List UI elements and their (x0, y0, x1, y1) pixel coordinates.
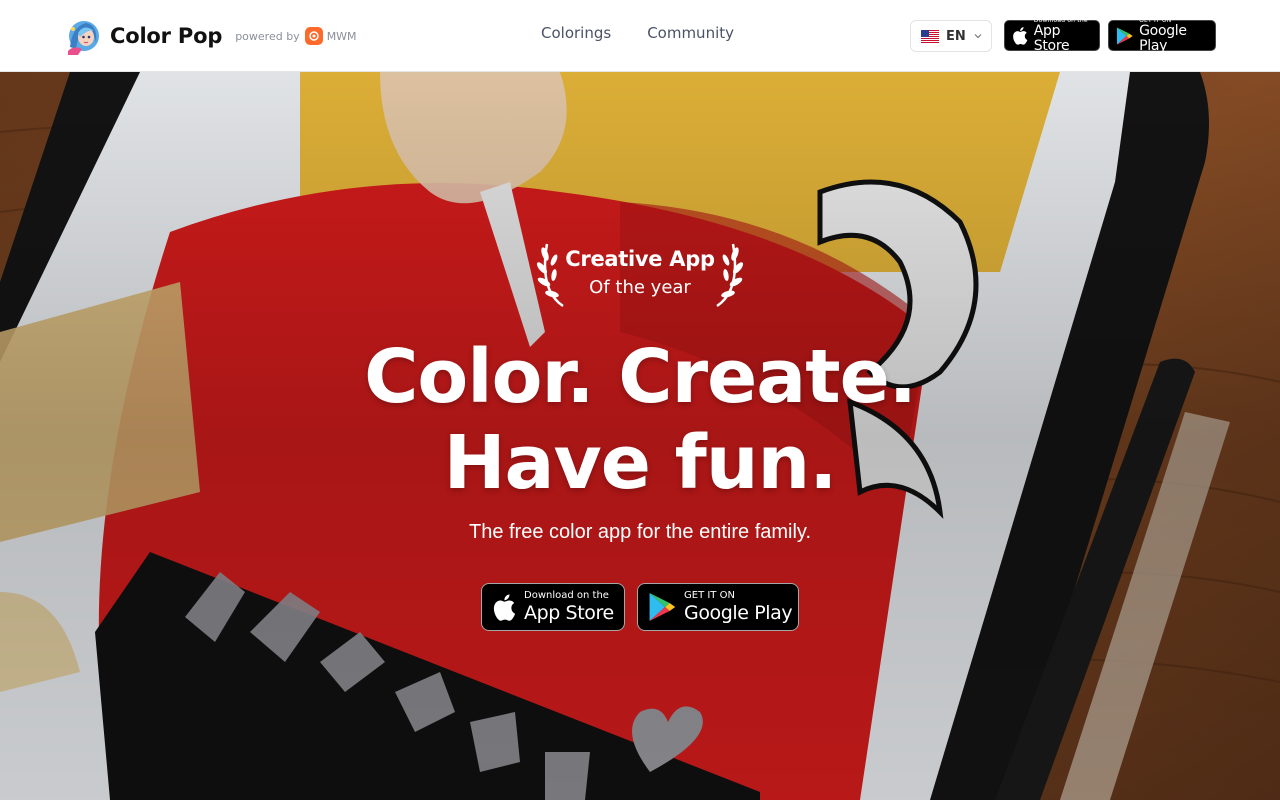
chevron-down-icon (974, 34, 982, 39)
language-selector[interactable]: EN (910, 20, 992, 52)
powered-by-label: powered by (235, 29, 300, 43)
hero-app-store-line1: Download on the (524, 590, 609, 601)
hero-app-store-line2: App Store (524, 602, 614, 624)
color-pop-logo-icon (68, 21, 99, 55)
nav-link-community[interactable]: Community (647, 24, 734, 42)
hero-headline-line2: Have fun. (443, 420, 838, 506)
google-play-icon (649, 593, 676, 621)
hero-app-store-button[interactable]: Download on the App Store (481, 583, 625, 631)
partner-name: MWM (326, 29, 357, 43)
hero-google-play-line1: GET IT ON (684, 590, 735, 601)
hero-headline-line1: Color. Create. (364, 334, 917, 420)
mwm-logo-icon (304, 27, 323, 45)
brand-name: Color Pop (110, 24, 223, 48)
language-code: EN (946, 28, 966, 44)
award-title: Creative App (565, 247, 715, 271)
hero-section: Creative App Of the year Color. Create. … (0, 72, 1280, 800)
main-nav: Colorings Community (541, 24, 734, 42)
app-store-line2: App Store (1033, 23, 1070, 54)
hero-subtitle: The free color app for the entire family… (468, 521, 811, 543)
apple-icon (1013, 27, 1028, 45)
nav-link-colorings[interactable]: Colorings (541, 24, 611, 42)
apple-icon (493, 594, 516, 621)
google-play-line2: Google Play (1139, 23, 1187, 54)
top-navigation-bar: Color Pop powered by MWM Colorings Commu… (0, 0, 1280, 72)
google-play-icon (1116, 26, 1133, 45)
hero-google-play-line2: Google Play (684, 602, 793, 624)
header-google-play-button[interactable]: GET IT ON Google Play (1108, 17, 1216, 54)
hero-google-play-button[interactable]: GET IT ON Google Play (637, 583, 799, 631)
powered-by: powered by MWM (235, 27, 357, 45)
brand[interactable]: Color Pop powered by MWM (64, 17, 357, 55)
award-badge: Creative App Of the year (533, 238, 747, 308)
header-app-store-button[interactable]: Download on the App Store (1004, 17, 1100, 54)
award-subtitle: Of the year (589, 277, 691, 298)
us-flag-icon (921, 29, 939, 43)
